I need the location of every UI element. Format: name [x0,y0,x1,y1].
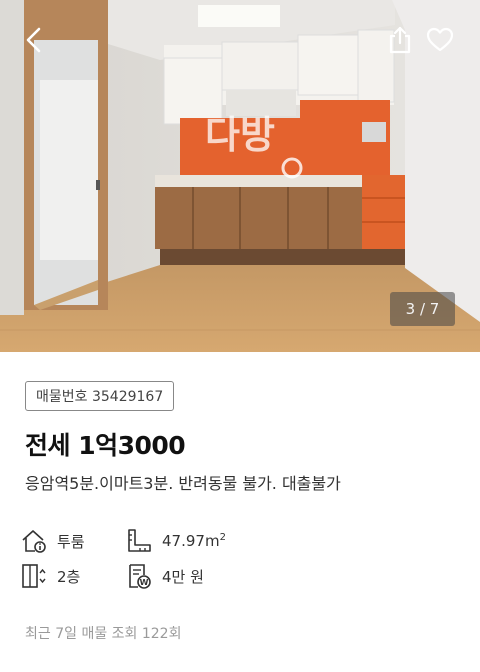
spec-area: 47.97m2 [126,528,226,554]
bill-won-icon: W [126,563,152,589]
like-button[interactable] [424,24,456,56]
elevator-floor-icon [21,563,47,589]
spec-maintenance-fee: W 4만 원 [126,563,204,589]
share-icon [389,26,411,54]
listing-description: 응암역5분.이마트3분. 반려동물 불가. 대출불가 [25,474,341,493]
spec-room-type: 투룸 [21,528,85,554]
recent-views-text: 최근 7일 매물 조회 122회 [25,626,182,642]
price-title: 전세 1억3000 [25,431,186,460]
svg-text:다방: 다방 [205,113,275,157]
room-type-text: 투룸 [57,532,85,551]
share-button[interactable] [384,24,416,56]
photo-counter: 3 / 7 [390,292,455,326]
house-info-icon [21,528,47,554]
heart-icon [426,27,454,52]
area-text: 47.97m2 [162,532,226,550]
spec-floor: 2층 [21,563,80,589]
floor-text: 2층 [57,567,81,586]
maintenance-fee-text: 4만 원 [162,567,204,586]
listing-photo[interactable]: 다방 3 / 7 [0,0,480,352]
ruler-icon [126,528,152,554]
svg-text:W: W [140,578,149,587]
back-button[interactable] [18,24,50,56]
listing-number-badge: 매물번호 35429167 [25,381,175,411]
chevron-left-icon [26,27,41,53]
